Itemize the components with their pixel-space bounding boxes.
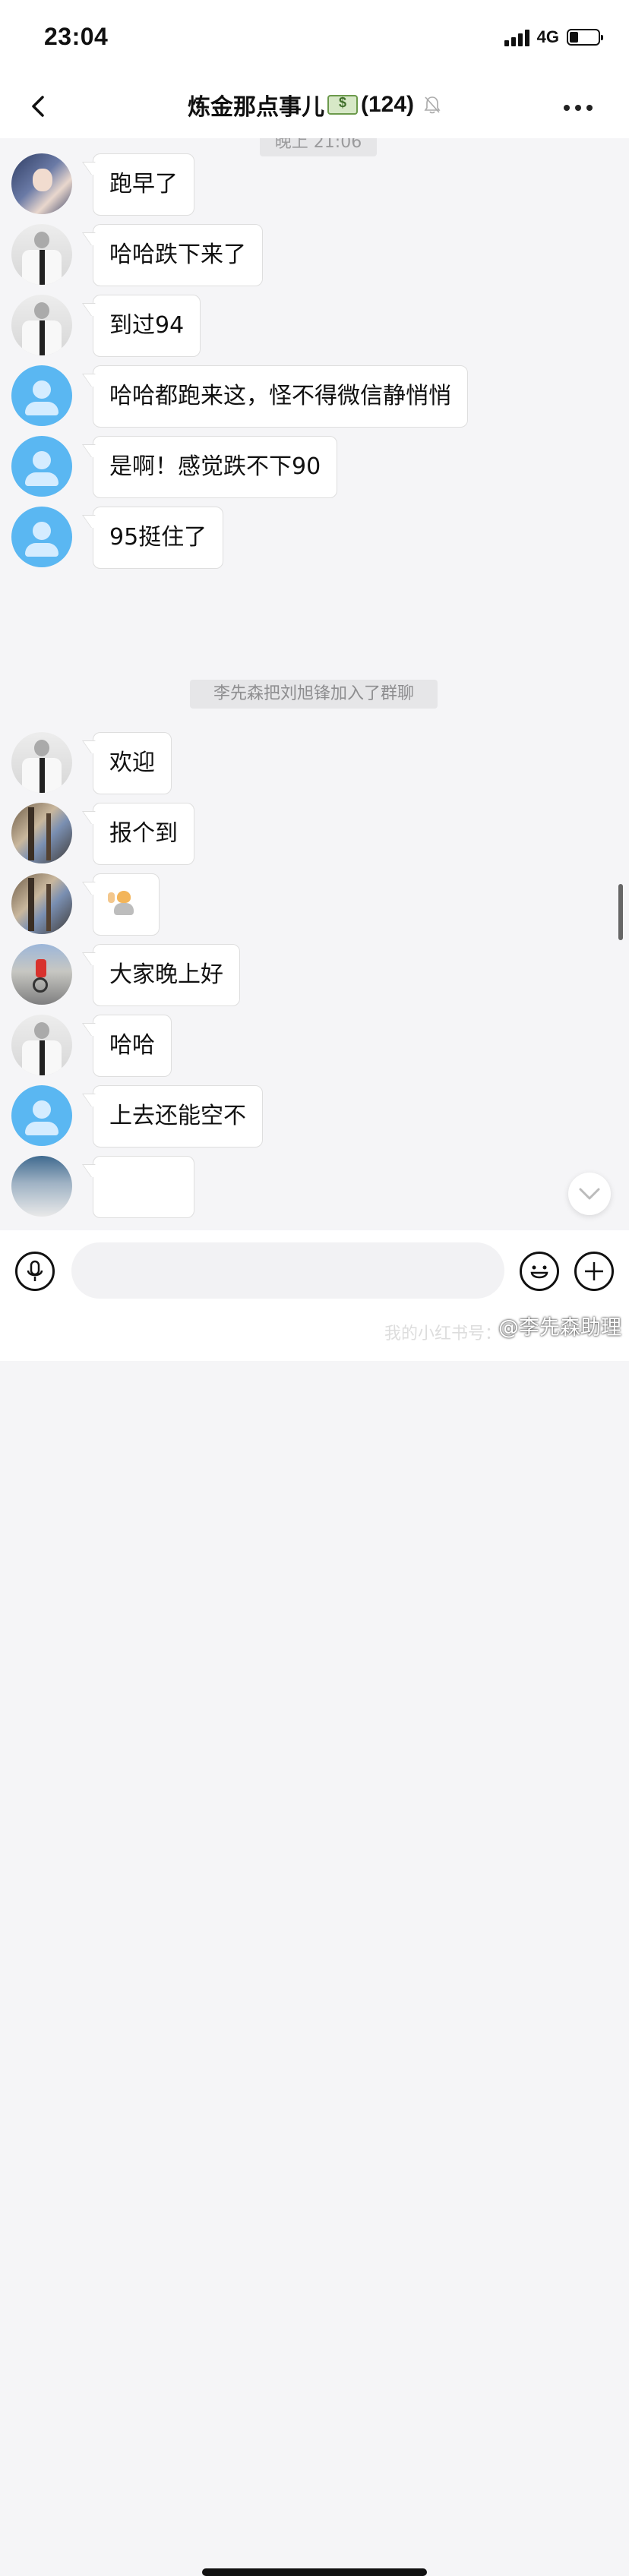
more-actions-button[interactable] bbox=[574, 1252, 614, 1291]
chat-area[interactable]: 晚上 21:06 跑早了 哈哈跌下来了 到过94 哈哈都跑来这，怪不得微信静悄悄… bbox=[0, 138, 629, 1230]
chevron-down-icon bbox=[579, 1188, 600, 1200]
message-bubble[interactable]: 哈哈跌下来了 bbox=[93, 224, 263, 286]
battery-icon bbox=[567, 29, 603, 46]
status-time: 23:04 bbox=[44, 23, 109, 50]
message-bubble[interactable]: 到过94 bbox=[93, 295, 201, 357]
home-indicator bbox=[202, 2568, 427, 2576]
watermark: @李先森助理 bbox=[498, 1316, 621, 1340]
message-bubble[interactable]: 欢迎 bbox=[93, 732, 172, 794]
member-count: (124) bbox=[360, 92, 415, 117]
signal-icon bbox=[504, 28, 529, 46]
avatar[interactable] bbox=[11, 1015, 72, 1075]
group-title: 炼金那点事儿 (124) bbox=[0, 88, 629, 122]
nav-bar: 炼金那点事儿 (124) bbox=[0, 76, 629, 138]
scrollbar[interactable] bbox=[618, 884, 623, 940]
group-name: 炼金那点事儿 bbox=[187, 95, 324, 120]
avatar[interactable] bbox=[11, 365, 72, 426]
message-row: 95挺住了 bbox=[0, 507, 629, 569]
plus-icon bbox=[585, 1262, 603, 1280]
message-row: 到过94 bbox=[0, 295, 629, 357]
message-bubble[interactable]: 95挺住了 bbox=[93, 507, 224, 569]
message-input[interactable] bbox=[71, 1242, 504, 1299]
message-row: 哈哈都跑来这，怪不得微信静悄悄 bbox=[0, 365, 629, 428]
message-bubble[interactable]: 报个到 bbox=[93, 803, 194, 865]
avatar[interactable] bbox=[11, 803, 72, 863]
message-row-partial bbox=[0, 1156, 629, 1218]
message-bubble[interactable]: 跑早了 bbox=[93, 153, 194, 216]
message-row: 欢迎 bbox=[0, 732, 629, 794]
smiley-icon bbox=[530, 1265, 548, 1279]
avatar[interactable] bbox=[11, 295, 72, 355]
message-row: 哈哈 bbox=[0, 1015, 629, 1077]
watermark-faint: 我的小红书号： bbox=[384, 1324, 502, 1343]
money-bag-icon bbox=[327, 95, 358, 115]
avatar[interactable] bbox=[11, 873, 72, 934]
network-type: 4G bbox=[536, 27, 559, 46]
avatar[interactable] bbox=[11, 1156, 72, 1217]
voice-button[interactable] bbox=[15, 1252, 55, 1291]
message-row: 上去还能空不 bbox=[0, 1085, 629, 1148]
avatar[interactable] bbox=[11, 153, 72, 214]
message-row: 是啊！感觉跌不下90 bbox=[0, 436, 629, 498]
message-row: 跑早了 bbox=[0, 153, 629, 216]
avatar[interactable] bbox=[11, 1085, 72, 1146]
message-row bbox=[0, 873, 629, 936]
more-options-icon[interactable] bbox=[564, 105, 593, 111]
message-bubble[interactable] bbox=[93, 1156, 194, 1218]
message-row: 大家晚上好 bbox=[0, 944, 629, 1006]
system-notice: 李先森把刘旭锋加入了群聊 bbox=[190, 680, 438, 709]
message-bubble[interactable]: 是啊！感觉跌不下90 bbox=[93, 436, 338, 498]
person-raising-hand-icon bbox=[108, 889, 137, 917]
message-bubble[interactable]: 哈哈 bbox=[93, 1015, 172, 1077]
avatar[interactable] bbox=[11, 507, 72, 567]
message-row: 报个到 bbox=[0, 803, 629, 865]
message-bubble[interactable] bbox=[93, 873, 160, 936]
status-icons: 4G bbox=[504, 27, 603, 47]
scroll-to-bottom-button[interactable] bbox=[568, 1173, 611, 1215]
avatar[interactable] bbox=[11, 944, 72, 1005]
message-bubble[interactable]: 大家晚上好 bbox=[93, 944, 240, 1006]
avatar[interactable] bbox=[11, 224, 72, 285]
message-row: 哈哈跌下来了 bbox=[0, 224, 629, 286]
message-bubble[interactable]: 上去还能空不 bbox=[93, 1085, 263, 1148]
status-bar: 23:04 4G bbox=[0, 0, 629, 76]
microphone-icon bbox=[27, 1260, 43, 1281]
message-bubble[interactable]: 哈哈都跑来这，怪不得微信静悄悄 bbox=[93, 365, 468, 428]
muted-bell-icon bbox=[424, 96, 441, 114]
avatar[interactable] bbox=[11, 436, 72, 497]
battery-level bbox=[570, 32, 578, 43]
input-bar bbox=[0, 1230, 629, 2576]
avatar[interactable] bbox=[11, 732, 72, 793]
emoji-button[interactable] bbox=[520, 1252, 559, 1291]
